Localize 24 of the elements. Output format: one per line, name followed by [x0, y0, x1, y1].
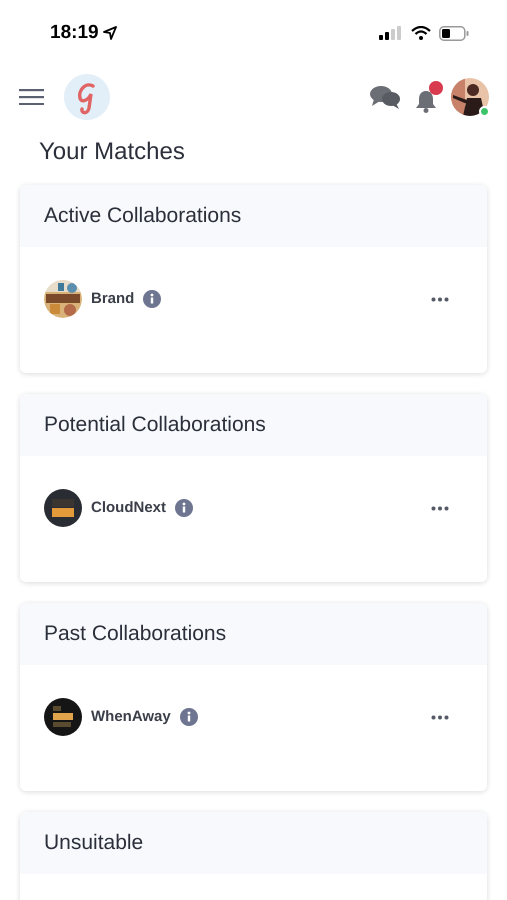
info-icon[interactable]: [175, 499, 193, 517]
card-title: Unsuitable: [44, 830, 144, 856]
app-logo[interactable]: [64, 74, 110, 120]
signal-icon: [379, 26, 403, 40]
clock: 18:19: [50, 20, 99, 45]
location-arrow-icon: [102, 26, 117, 40]
card-title: Potential Collaborations: [44, 412, 266, 438]
info-icon[interactable]: [143, 290, 162, 308]
more-icon[interactable]: [431, 714, 449, 720]
page-title: Your Matches: [38, 137, 186, 167]
bell-icon[interactable]: [414, 89, 438, 113]
more-icon[interactable]: [431, 296, 449, 302]
card-title: Past Collaborations: [44, 621, 226, 648]
user-avatar[interactable]: [451, 78, 489, 116]
chat-icon[interactable]: [369, 83, 401, 111]
battery-icon: [439, 26, 469, 40]
wifi-icon: [411, 26, 431, 40]
info-icon[interactable]: [180, 708, 198, 726]
match-name[interactable]: CloudNext: [91, 496, 166, 520]
card-title: Active Collaborations: [44, 203, 242, 230]
more-icon[interactable]: [431, 506, 449, 510]
match-name[interactable]: Brand: [91, 288, 134, 310]
match-name[interactable]: WhenAway: [91, 706, 171, 728]
menu-icon[interactable]: [19, 89, 44, 105]
